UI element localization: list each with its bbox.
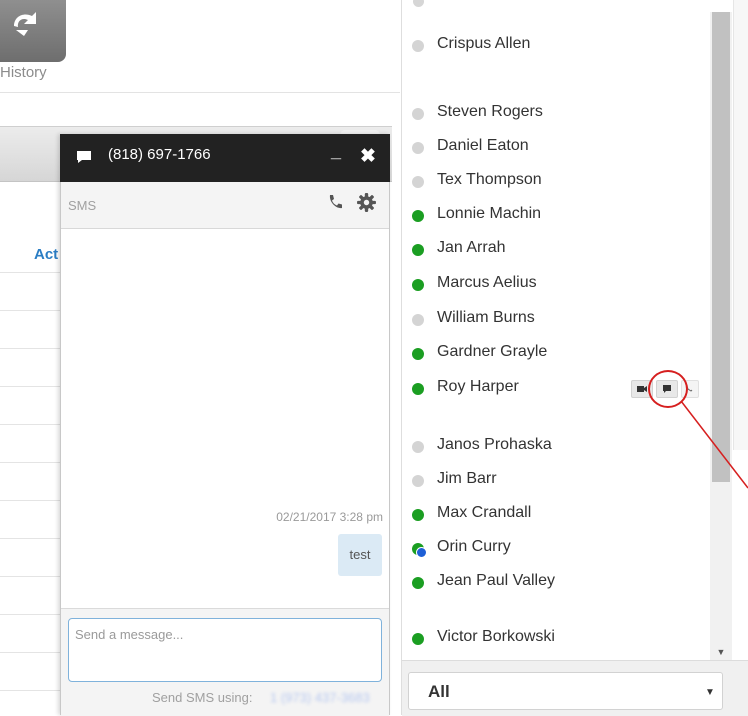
contact-name: William Burns (437, 309, 535, 326)
phone-icon[interactable] (326, 193, 344, 211)
contact-name: Gardner Grayle (437, 343, 548, 360)
contact-item[interactable]: Steven Rogers (412, 103, 702, 127)
contact-name: Marcus Aelius (437, 274, 537, 291)
message-input[interactable] (68, 618, 382, 682)
presence-indicator (412, 383, 424, 395)
close-button[interactable]: ✖ (358, 146, 378, 168)
send-using-number[interactable]: 1 (973) 437-3683 (270, 690, 370, 705)
history-label: History (0, 64, 47, 81)
table-row-line (0, 310, 60, 311)
contact-item[interactable]: Lonnie Machin (412, 205, 702, 229)
contact-name: Daniel Eaton (437, 137, 529, 154)
contact-name: Max Crandall (437, 504, 532, 521)
message-icon (663, 385, 671, 393)
contact-name: Steven Rogers (437, 103, 543, 120)
presence-indicator (412, 348, 424, 360)
presence-indicator (412, 244, 424, 256)
contact-name: Orin Curry (437, 538, 511, 555)
presence-indicator (412, 210, 424, 222)
table-row-line (0, 614, 60, 615)
table-row-line (0, 652, 60, 653)
phone-icon (686, 385, 693, 392)
phone-call-button[interactable] (681, 380, 699, 398)
gear-icon[interactable] (356, 192, 377, 213)
contact-item[interactable]: Gardner Grayle (412, 343, 702, 367)
contact-name: Victor Borkowski (437, 628, 555, 645)
contact-item[interactable]: Jan Arrah (412, 239, 702, 263)
presence-indicator (412, 142, 424, 154)
contact-item[interactable]: Orin Curry (412, 538, 702, 562)
contact-item[interactable]: Max Crandall (412, 504, 702, 528)
contact-item[interactable]: William Burns (412, 309, 702, 333)
contact-item[interactable]: Victor Borkowski (412, 628, 702, 652)
contact-name: Janos Prohaska (437, 436, 552, 453)
scrollbar-thumb[interactable] (712, 12, 730, 482)
contact-name: Crispus Allen (437, 35, 531, 52)
contact-item[interactable]: Janos Prohaska (412, 436, 702, 460)
message-button[interactable] (656, 380, 678, 398)
table-row-line (0, 500, 60, 501)
table-row-line (0, 424, 60, 425)
history-icon (14, 12, 36, 36)
contact-filter-select[interactable] (408, 672, 723, 710)
table-row-line (0, 386, 60, 387)
minimize-button[interactable]: _ (326, 140, 346, 162)
contact-name: Lonnie Machin (437, 205, 542, 222)
contact-item[interactable]: Jean Paul Valley (412, 572, 702, 596)
contact-item[interactable]: Crispus Allen (412, 35, 702, 59)
send-using-label: Send SMS using: (152, 690, 253, 705)
message-timestamp: 02/21/2017 3:28 pm (276, 510, 383, 524)
presence-indicator (412, 509, 424, 521)
presence-indicator (412, 633, 424, 645)
message-bubble: test (338, 534, 382, 576)
contact-item[interactable]: Marcus Aelius (412, 274, 702, 298)
presence-indicator (412, 441, 424, 453)
contact-item[interactable]: Jim Barr (412, 470, 702, 494)
contact-item[interactable]: Daniel Eaton (412, 137, 702, 161)
column-header-act[interactable]: Act (34, 246, 58, 263)
video-call-button[interactable] (631, 380, 653, 398)
divider (0, 92, 400, 93)
presence-indicator (412, 108, 424, 120)
chat-phone-number: (818) 697-1766 (108, 146, 211, 163)
channel-label: SMS (68, 198, 97, 213)
chat-bubble-icon (77, 151, 91, 163)
contact-name: Roy Harper (437, 378, 519, 395)
table-row-line (0, 538, 60, 539)
table-row-line (0, 690, 60, 691)
table-row-line (0, 576, 60, 577)
presence-indicator (412, 577, 424, 589)
presence-indicator (412, 40, 424, 52)
table-row-line (0, 348, 60, 349)
presence-indicator (412, 543, 427, 558)
table-row-line (0, 272, 60, 273)
presence-indicator (412, 279, 424, 291)
table-row-line (0, 462, 60, 463)
presence-indicator (412, 475, 424, 487)
history-button[interactable] (0, 0, 66, 62)
chevron-down-icon: ▼ (705, 687, 715, 698)
presence-indicator (412, 176, 424, 188)
contact-item[interactable]: Tex Thompson (412, 171, 702, 195)
scroll-down-arrow[interactable]: ▼ (714, 646, 728, 658)
contact-name: Tex Thompson (437, 171, 542, 188)
contact-name: Jim Barr (437, 470, 497, 487)
filter-selected-value: All (428, 682, 450, 701)
contact-name: Jan Arrah (437, 239, 506, 256)
contact-name: Jean Paul Valley (437, 572, 555, 589)
video-icon (637, 386, 647, 392)
side-strip (733, 0, 748, 450)
presence-indicator (412, 314, 424, 326)
